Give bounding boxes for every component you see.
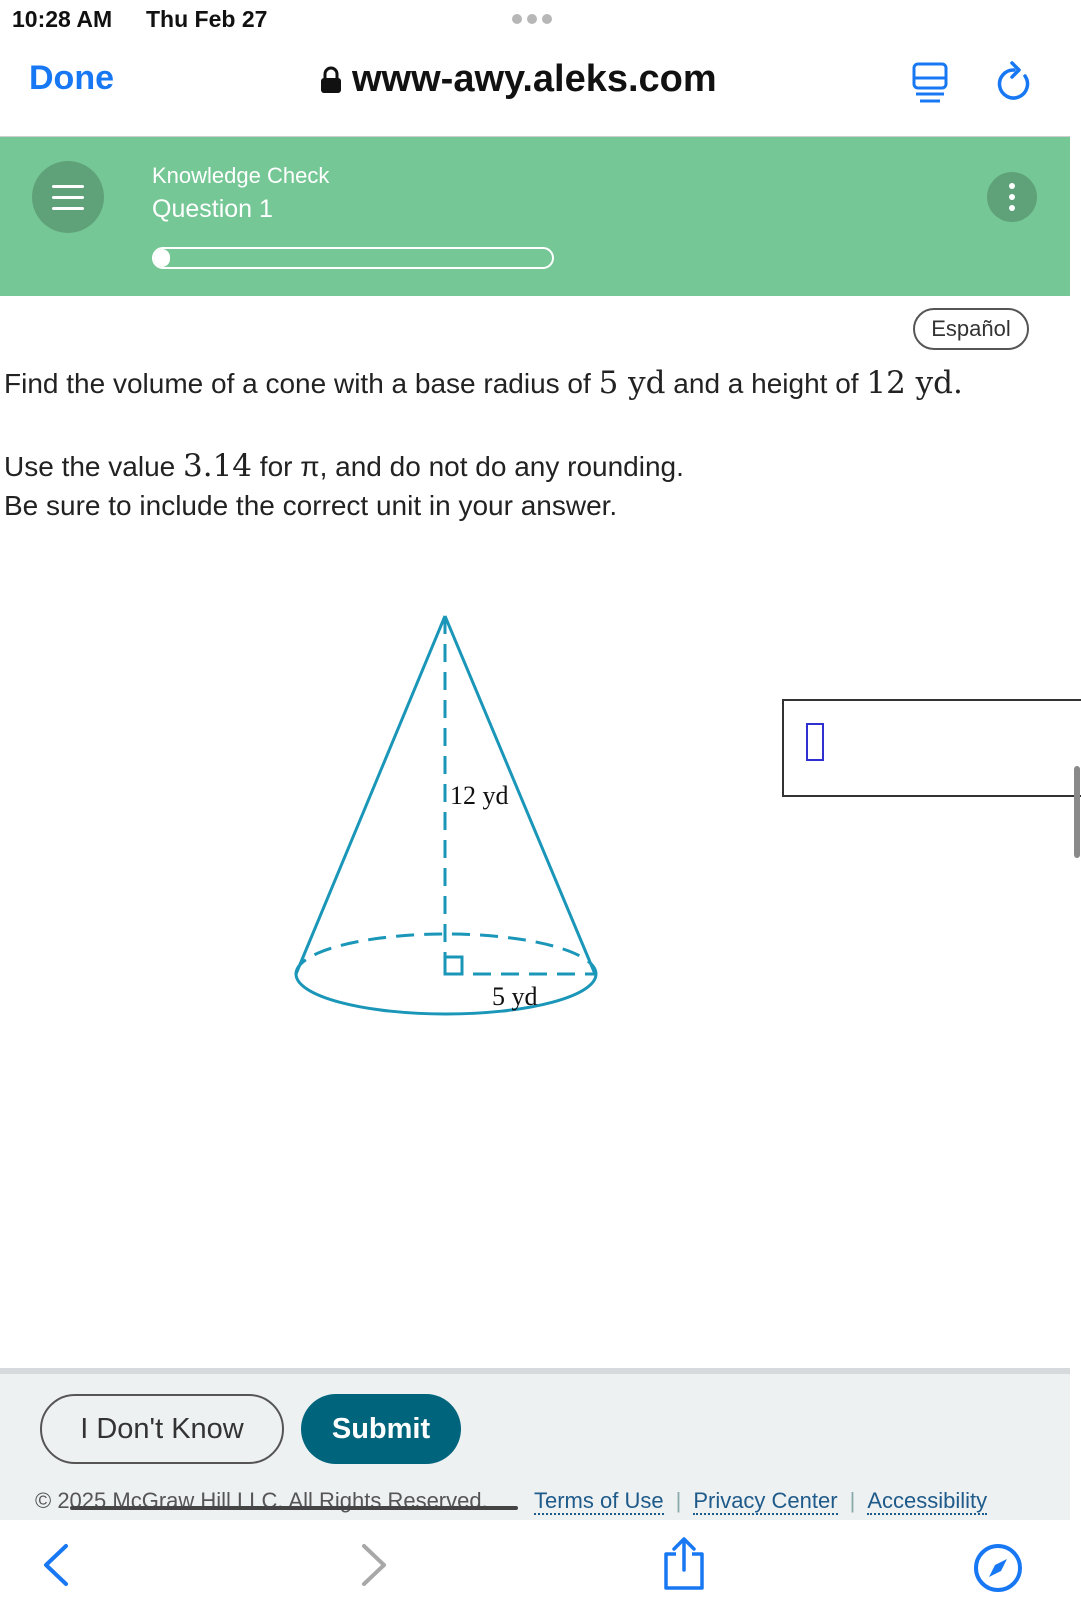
share-icon[interactable] bbox=[660, 1536, 708, 1592]
accessibility-link[interactable]: Accessibility bbox=[867, 1488, 988, 1515]
submit-button[interactable]: Submit bbox=[301, 1394, 461, 1464]
compass-icon[interactable] bbox=[972, 1542, 1024, 1594]
reader-icon[interactable] bbox=[912, 62, 948, 104]
cone-left-side bbox=[294, 615, 447, 975]
copyright-text: © 2025 McGraw Hill LLC. All Rights Reser… bbox=[35, 1488, 488, 1513]
done-button[interactable]: Done bbox=[29, 59, 114, 98]
url-text: www-awy.aleks.com bbox=[352, 58, 717, 100]
browser-toolbar bbox=[0, 1520, 1070, 1620]
menu-button[interactable] bbox=[32, 161, 104, 233]
progress-fill bbox=[154, 249, 170, 267]
height-value: 12 bbox=[866, 365, 906, 401]
more-icon bbox=[1009, 183, 1015, 189]
privacy-link[interactable]: Privacy Center bbox=[693, 1488, 838, 1515]
section-label: Knowledge Check bbox=[152, 163, 330, 188]
answer-input[interactable] bbox=[782, 699, 1081, 797]
status-time: 10:28 AM bbox=[12, 6, 113, 32]
forward-icon[interactable] bbox=[358, 1542, 390, 1588]
url-bar[interactable]: www-awy.aleks.com bbox=[320, 58, 717, 101]
dont-know-button[interactable]: I Don't Know bbox=[40, 1394, 284, 1464]
espanol-button[interactable]: Español bbox=[913, 308, 1029, 350]
instruction-unit: Be sure to include the correct unit in y… bbox=[4, 490, 618, 521]
progress-bar bbox=[152, 247, 554, 269]
back-icon[interactable] bbox=[40, 1542, 72, 1588]
reload-icon[interactable] bbox=[994, 60, 1034, 104]
height-label: 12 yd bbox=[450, 781, 509, 810]
lock-icon bbox=[321, 66, 341, 93]
footer-actions: I Don't Know Submit bbox=[0, 1374, 1070, 1480]
terms-link[interactable]: Terms of Use bbox=[534, 1488, 664, 1515]
radius-label: 5 yd bbox=[492, 982, 538, 1011]
cone-figure: 12 yd 5 yd bbox=[294, 615, 598, 1016]
cone-base-front bbox=[294, 973, 598, 1016]
pi-value: 3.14 bbox=[183, 448, 253, 484]
radius-value: 5 bbox=[598, 365, 619, 401]
answer-cursor bbox=[806, 723, 824, 761]
status-bar: 10:28 AM Thu Feb 27 bbox=[0, 0, 1070, 40]
status-date: Thu Feb 27 bbox=[146, 6, 268, 32]
browser-bar: Done www-awy.aleks.com bbox=[0, 40, 1070, 137]
menu-icon bbox=[52, 185, 84, 188]
more-button[interactable] bbox=[987, 172, 1037, 222]
question-label: Question 1 bbox=[152, 195, 273, 223]
home-indicator bbox=[70, 1506, 518, 1510]
instruction-pi: Use the value 3.14 for π, and do not do … bbox=[4, 448, 684, 484]
scrollbar[interactable] bbox=[1074, 766, 1080, 858]
copyright-bar: © 2025 McGraw Hill LLC. All Rights Reser… bbox=[0, 1480, 1070, 1520]
question-header: Knowledge Check Question 1 bbox=[0, 137, 1070, 296]
multitasking-dots-icon[interactable] bbox=[512, 14, 552, 24]
right-angle-marker bbox=[443, 955, 464, 976]
problem-statement: Find the volume of a cone with a base ra… bbox=[4, 365, 963, 401]
